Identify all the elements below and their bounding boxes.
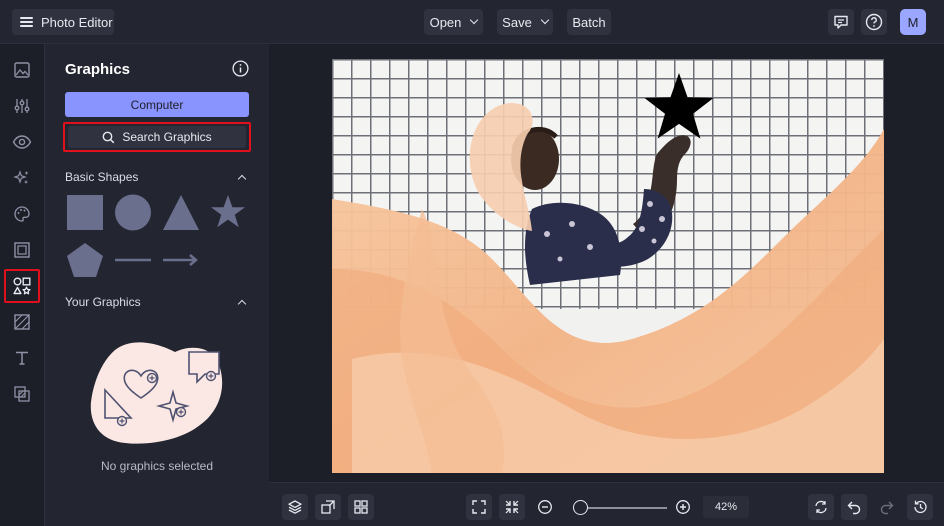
photo-canvas[interactable] [332, 59, 884, 473]
sparkle-icon [13, 170, 29, 184]
layers-icon [288, 500, 302, 514]
chevron-up-icon [237, 174, 247, 184]
rail-item-touch-up[interactable] [4, 161, 40, 195]
layers-button[interactable] [282, 494, 308, 520]
texture-icon [14, 314, 30, 330]
save-button[interactable]: Save [497, 9, 553, 35]
text-icon [16, 351, 28, 365]
square-shape[interactable] [66, 194, 104, 231]
expand-icon [472, 500, 486, 514]
graphics-icon [13, 277, 31, 295]
open-button[interactable]: Open [424, 9, 483, 35]
feedback-button[interactable] [828, 9, 854, 35]
grid-view-button[interactable] [348, 494, 374, 520]
zoom-in-icon [676, 500, 690, 514]
empty-graphics-illustration-icon [90, 342, 223, 444]
your-graphics-header[interactable]: Your Graphics [65, 295, 249, 309]
palette-icon [14, 206, 30, 222]
eye-icon [12, 135, 32, 149]
rail-item-adjust[interactable] [4, 89, 40, 123]
circle-shape[interactable] [114, 194, 152, 231]
resize-icon [321, 500, 335, 514]
user-avatar[interactable]: M [900, 9, 926, 35]
basic-shapes-header[interactable]: Basic Shapes [65, 170, 249, 184]
zoom-out-icon [538, 500, 552, 514]
rail-item-text[interactable] [4, 341, 40, 375]
rail-item-frames[interactable] [4, 233, 40, 267]
tool-rail [0, 44, 45, 526]
photo-content [332, 73, 884, 473]
sliders-icon [14, 99, 30, 113]
bottom-bar: 42% [269, 482, 944, 526]
undo-button[interactable] [841, 494, 867, 520]
rail-item-graphics[interactable] [4, 269, 40, 303]
zoom-in-button[interactable] [670, 494, 696, 520]
search-graphics-button[interactable]: Search Graphics [68, 126, 246, 148]
rail-item-overlays[interactable] [4, 377, 40, 411]
rail-item-artsy[interactable] [4, 197, 40, 231]
actual-size-button[interactable] [499, 494, 525, 520]
fit-to-screen-button[interactable] [466, 494, 492, 520]
zoom-value[interactable]: 42% [703, 496, 749, 518]
star-graphic-icon[interactable] [644, 73, 714, 139]
refresh-icon [815, 500, 827, 514]
your-graphics-label: Your Graphics [65, 295, 141, 309]
image-icon [14, 62, 30, 78]
zoom-slider-thumb[interactable] [573, 500, 589, 515]
save-label: Save [502, 14, 532, 30]
rail-item-effects[interactable] [4, 125, 40, 159]
search-graphics-highlight: Search Graphics [63, 122, 251, 152]
search-icon [102, 131, 115, 143]
redo-icon [880, 501, 894, 515]
empty-graphics-text: No graphics selected [100, 459, 214, 473]
grid-icon [354, 500, 368, 514]
arrow-shape[interactable] [162, 250, 200, 270]
search-graphics-label: Search Graphics [122, 130, 212, 144]
chevron-down-icon [470, 15, 479, 25]
history-icon [914, 500, 927, 514]
rail-item-textures[interactable] [4, 305, 40, 339]
chevron-up-icon [237, 299, 247, 309]
frame-icon [14, 242, 30, 258]
reset-button[interactable] [808, 494, 834, 520]
app-menu-button[interactable]: Photo Editor [12, 9, 114, 35]
graphics-panel: Graphics Computer Search Graphics Basic … [45, 44, 269, 526]
app-title: Photo Editor [41, 14, 113, 30]
help-button[interactable] [861, 9, 887, 35]
open-label: Open [429, 14, 462, 30]
top-bar: Photo Editor Open Save Batch M [0, 0, 944, 44]
basic-shapes-label: Basic Shapes [65, 170, 139, 184]
history-button[interactable] [907, 494, 933, 520]
undo-icon [847, 501, 861, 515]
zoom-out-button[interactable] [532, 494, 558, 520]
canvas-workspace [269, 44, 944, 482]
resize-button[interactable] [315, 494, 341, 520]
redo-button[interactable] [874, 494, 900, 520]
batch-button[interactable]: Batch [567, 9, 611, 35]
line-shape[interactable] [114, 250, 152, 270]
help-icon [865, 13, 883, 31]
panel-title: Graphics [65, 61, 131, 78]
pentagon-shape[interactable] [66, 242, 104, 278]
computer-upload-button[interactable]: Computer [65, 92, 249, 117]
info-icon[interactable] [232, 60, 249, 77]
hamburger-icon [20, 17, 33, 27]
rail-item-image[interactable] [4, 53, 40, 87]
star-shape[interactable] [209, 194, 247, 231]
feedback-icon [834, 15, 848, 29]
chevron-down-icon [540, 15, 550, 25]
collapse-icon [505, 500, 519, 514]
batch-label: Batch [572, 14, 606, 30]
overlay-icon [14, 386, 30, 402]
triangle-shape[interactable] [162, 194, 200, 231]
